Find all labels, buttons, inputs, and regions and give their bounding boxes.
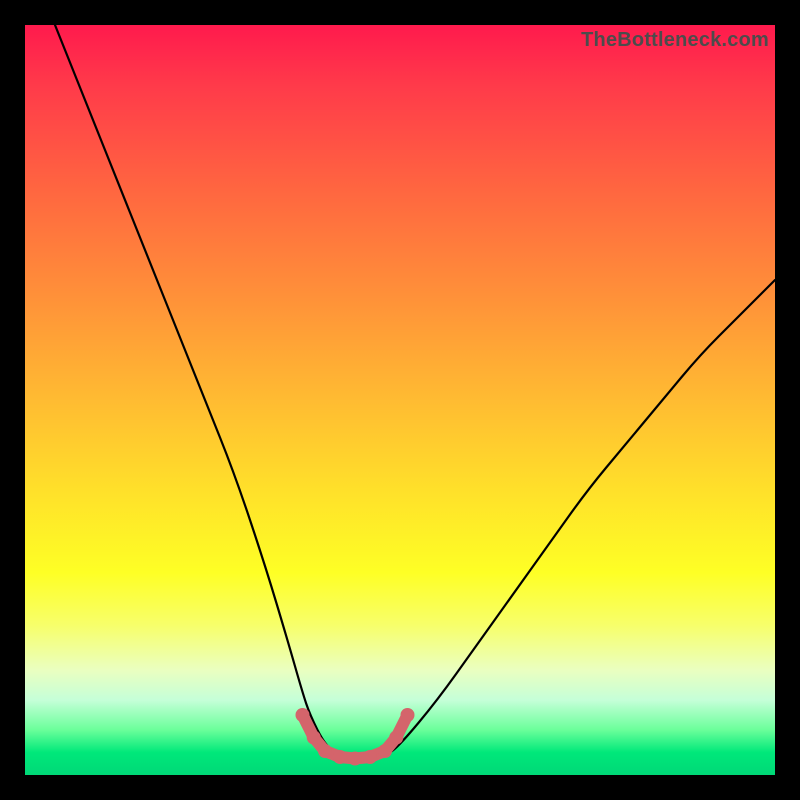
marker-dot <box>307 731 321 745</box>
marker-dot <box>333 750 347 764</box>
marker-dot <box>389 731 403 745</box>
marker-dot <box>401 708 415 722</box>
marker-dot <box>363 750 377 764</box>
marker-dot <box>378 744 392 758</box>
marker-dot <box>318 744 332 758</box>
plot-area: TheBottleneck.com <box>25 25 775 775</box>
bottleneck-curve <box>55 25 775 760</box>
marker-dot <box>348 752 362 766</box>
chart-svg <box>25 25 775 775</box>
chart-container: TheBottleneck.com <box>0 0 800 800</box>
marker-dots-group <box>296 708 415 766</box>
marker-dot <box>296 708 310 722</box>
